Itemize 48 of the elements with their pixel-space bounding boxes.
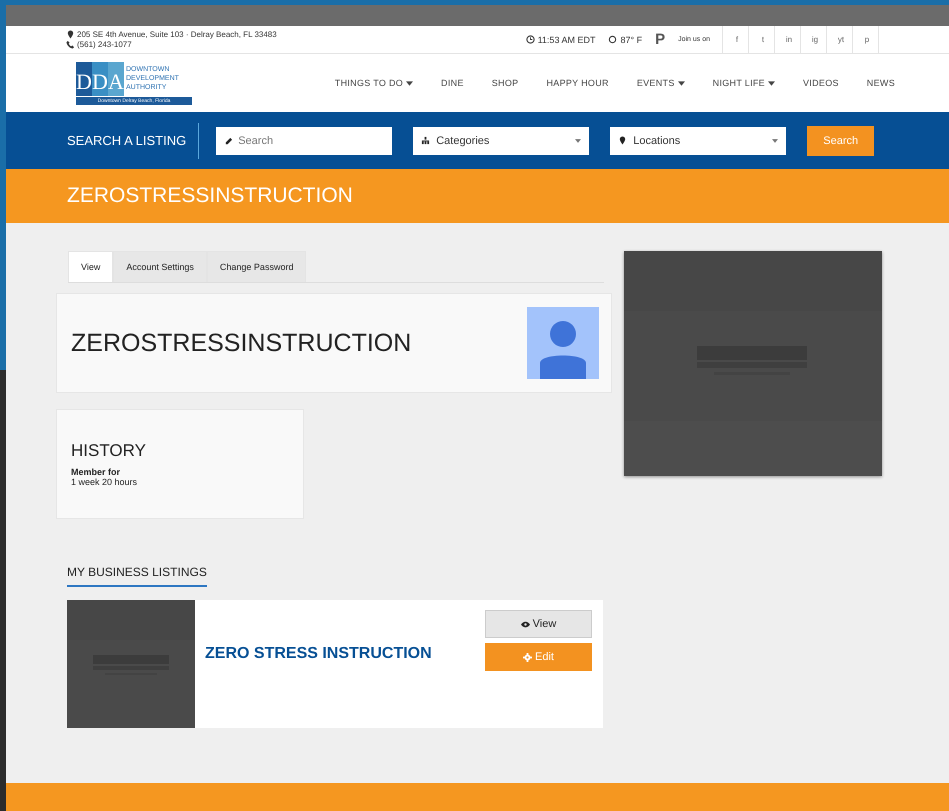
tab[interactable]: Change Password bbox=[206, 251, 306, 282]
page-title: ZEROSTRESSINSTRUCTION bbox=[67, 184, 353, 208]
map-pin-icon bbox=[66, 30, 75, 39]
social-link[interactable]: t bbox=[752, 26, 775, 53]
social-link[interactable]: ig bbox=[804, 26, 827, 53]
nav-link[interactable]: SHOP bbox=[478, 78, 532, 88]
phone-number: (561) 243-1077 bbox=[77, 40, 132, 49]
phone-icon bbox=[66, 40, 75, 49]
search-title: SEARCH A LISTING bbox=[67, 122, 200, 158]
gear-icon bbox=[523, 652, 532, 662]
social-link[interactable]: f bbox=[726, 26, 749, 53]
nav-link[interactable]: HAPPY HOUR bbox=[532, 78, 623, 88]
eye-icon bbox=[520, 620, 530, 628]
nav-link[interactable]: DINE bbox=[427, 78, 478, 88]
avatar-icon bbox=[527, 307, 599, 379]
caret-icon bbox=[575, 138, 582, 142]
map-pin-icon bbox=[618, 136, 628, 145]
social-link[interactable]: in bbox=[778, 26, 801, 53]
history-value: 1 week 20 hours bbox=[71, 477, 138, 487]
nav-link[interactable]: NEWS bbox=[852, 78, 909, 88]
listing-name-link[interactable]: ZERO STRESS INSTRUCTION bbox=[205, 645, 432, 663]
logo-letter: D bbox=[76, 62, 92, 96]
history-title: HISTORY bbox=[71, 441, 147, 461]
nav-link[interactable]: THINGS TO DO bbox=[320, 78, 428, 88]
temperature: 87° F bbox=[620, 34, 642, 44]
view-button[interactable]: View bbox=[485, 610, 592, 638]
nav-link[interactable]: VIDEOS bbox=[788, 78, 853, 88]
social-link[interactable]: p bbox=[856, 26, 879, 53]
profile-name: ZEROSTRESSINSTRUCTION bbox=[71, 328, 412, 358]
tab[interactable]: Account Settings bbox=[113, 251, 207, 282]
clock-icon bbox=[526, 35, 535, 44]
nav-link[interactable]: NIGHT LIFE bbox=[698, 78, 789, 88]
sitemap-icon bbox=[421, 136, 430, 145]
categories-dropdown[interactable]: Categories bbox=[413, 126, 590, 154]
section-heading: MY BUSINESS LISTINGS bbox=[67, 565, 207, 587]
address: 205 SE 4th Avenue, Suite 103 · Delray Beach, FL 33483 bbox=[77, 30, 277, 39]
search-field[interactable]: Search bbox=[216, 126, 392, 154]
locations-dropdown[interactable]: Locations bbox=[610, 126, 786, 154]
social-link[interactable]: yt bbox=[830, 26, 853, 53]
weather-icon bbox=[608, 35, 618, 44]
logo-letter: A bbox=[108, 62, 124, 96]
history-label: Member for bbox=[71, 467, 122, 477]
current-time: 11:53 AM EDT bbox=[538, 34, 596, 44]
parking-link[interactable]: P bbox=[655, 31, 666, 48]
nav-link[interactable]: EVENTS bbox=[622, 78, 699, 88]
caret-icon bbox=[772, 138, 778, 142]
tab[interactable]: View bbox=[68, 251, 114, 282]
logo-letter: D bbox=[92, 62, 108, 96]
